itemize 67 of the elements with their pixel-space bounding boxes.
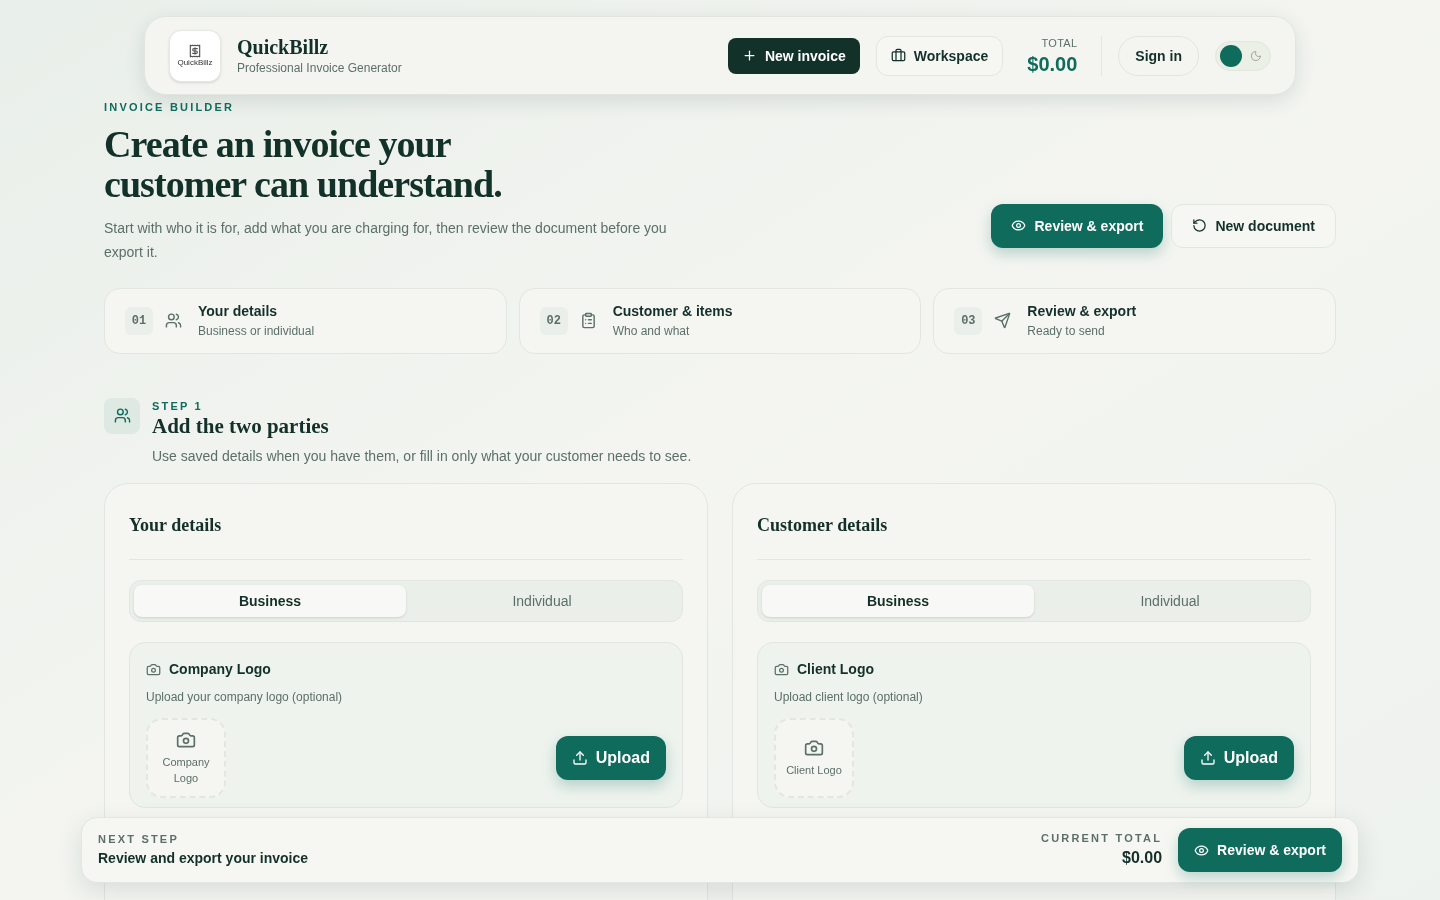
step-number: 02 (539, 306, 568, 335)
receipt-icon (188, 43, 202, 58)
camera-icon (774, 662, 789, 677)
new-invoice-button[interactable]: New invoice (727, 37, 860, 74)
logo-title: Client Logo (797, 660, 874, 679)
step-eyebrow: STEP 1 (152, 398, 204, 414)
upload-icon (1199, 750, 1216, 766)
step-number: 03 (954, 306, 983, 335)
upload-icon (571, 750, 588, 766)
step-card[interactable]: 02 Customer & items Who and what (518, 287, 922, 354)
theme-toggle[interactable] (1215, 40, 1271, 71)
clipboard-icon (579, 312, 597, 329)
logo-placeholder[interactable]: Company Logo (146, 718, 226, 798)
plus-icon (741, 48, 757, 63)
current-total-label: CURRENT TOTAL (1041, 830, 1163, 846)
next-step-label: NEXT STEP (98, 832, 180, 848)
placeholder-label: Client Logo (785, 763, 843, 778)
logo-hint: Upload client logo (optional) (774, 689, 924, 706)
step-card[interactable]: 01 Your details Business or individual (104, 287, 507, 354)
logo-placeholder[interactable]: Client Logo (774, 718, 854, 798)
eye-icon (1011, 218, 1027, 233)
type-tab[interactable]: Business (762, 585, 1034, 617)
camera-icon (146, 662, 161, 677)
step-subtitle: Ready to send (1027, 323, 1106, 340)
people-icon (165, 312, 182, 329)
panel-title: Your details (129, 512, 683, 560)
type-tab[interactable]: Individual (406, 585, 678, 617)
upload-button[interactable]: Upload (1183, 736, 1294, 780)
logo-title: Company Logo (169, 660, 271, 679)
camera-icon (804, 738, 824, 758)
panel-title: Customer details (757, 512, 1311, 560)
step-subtitle: Business or individual (198, 323, 315, 340)
section-description: Use saved details when you have them, or fill in only what your customer needs to see. (152, 447, 692, 466)
workspace-button[interactable]: Workspace (875, 35, 1004, 76)
paper-plane-icon (994, 312, 1012, 329)
type-tab[interactable]: Individual (1034, 585, 1306, 617)
brand-name: QuickBillz (237, 34, 330, 59)
step-title: Customer & items (612, 302, 733, 321)
step-subtitle: Who and what (612, 323, 691, 340)
page-title: Create an invoice your customer can understand. (104, 123, 503, 204)
step-number: 01 (125, 306, 153, 335)
step-title: Review & export (1027, 302, 1137, 321)
total-amount: $0.00 (1027, 51, 1078, 76)
logo-hint: Upload your company logo (optional) (146, 689, 344, 706)
camera-icon (176, 730, 196, 750)
toggle-knob (1220, 44, 1242, 67)
briefcase-icon (890, 48, 906, 63)
step-title: Your details (198, 302, 279, 321)
review-export-button[interactable]: Review & export (1178, 828, 1342, 872)
section-title: Add the two parties (152, 414, 330, 438)
page-description: Start with who it is for, add what you are charging for, then review the document before you export it. (104, 218, 668, 262)
step-card[interactable]: 03 Review & export Ready to send (933, 287, 1336, 354)
placeholder-label: Company Logo (161, 755, 211, 786)
tagline: Professional Invoice Generator (237, 59, 402, 77)
new-document-button[interactable]: New document (1171, 203, 1336, 248)
eyebrow-label: INVOICE BUILDER (104, 100, 236, 115)
total-label: TOTAL (1041, 36, 1078, 52)
upload-button[interactable]: Upload (555, 736, 666, 780)
people-icon (113, 407, 131, 424)
type-tab[interactable]: Business (134, 585, 406, 617)
current-total-amount: $0.00 (1122, 848, 1163, 869)
logo-text: QuickBillz (177, 57, 213, 68)
review-export-button[interactable]: Review & export (991, 203, 1164, 248)
moon-icon (1250, 49, 1262, 62)
eye-icon (1194, 842, 1210, 858)
next-step-text: Review and export your invoice (98, 848, 309, 868)
reset-icon (1192, 218, 1208, 233)
